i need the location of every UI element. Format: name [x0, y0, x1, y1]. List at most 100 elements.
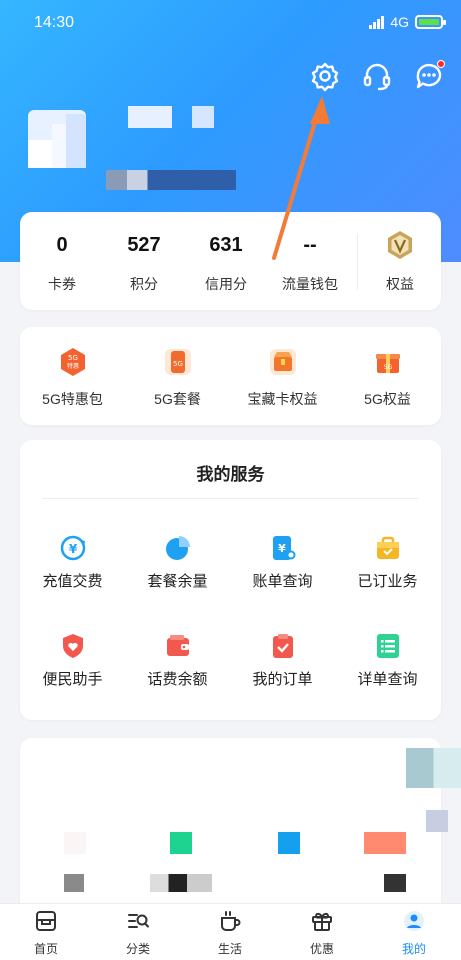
nav-life[interactable]: 生活: [184, 904, 276, 960]
service-subscribed[interactable]: 已订业务: [335, 534, 440, 604]
stat-value: 527: [127, 234, 161, 256]
nav-category[interactable]: 分类: [92, 904, 184, 960]
service-bill-query[interactable]: ¥ 账单查询: [230, 534, 335, 604]
battery-icon: [415, 15, 446, 29]
avatar[interactable]: [24, 104, 88, 168]
phone-number-blurred: [106, 170, 236, 190]
service-label: 我的订单: [252, 671, 313, 688]
blurred-item: [278, 832, 300, 854]
5g-gift-icon: 5G: [373, 347, 403, 377]
service-detail-query[interactable]: 详单查询: [335, 632, 440, 702]
svg-text:5G: 5G: [68, 354, 78, 362]
service-label: 便民助手: [42, 671, 103, 688]
my-services-card: 我的服务 ¥ 充值交费 套餐余量 ¥ 账单查询 已订业务 便民助手 话费余额 我…: [20, 440, 441, 720]
notification-dot: [437, 60, 445, 68]
nav-label: 优惠: [309, 942, 334, 956]
cup-icon: [219, 910, 241, 932]
gift-icon: [311, 910, 333, 932]
status-icons: 4G: [369, 14, 446, 30]
nav-mine[interactable]: 我的: [368, 904, 460, 960]
clipboard-check-icon: [269, 632, 297, 660]
pie-chart-icon: [164, 534, 192, 562]
promo-label: 宝藏卡权益: [247, 391, 318, 407]
service-fee-balance[interactable]: 话费余额: [125, 632, 230, 702]
promo-treasure-card[interactable]: 宝藏卡权益: [230, 327, 335, 425]
account-stats-card: 0 卡券 527 积分 631 信用分 -- 流量钱包 权益: [20, 212, 441, 310]
blurred-image: [406, 748, 461, 788]
5g-plan-icon: 5G: [163, 347, 193, 377]
bill-icon: ¥: [269, 534, 297, 562]
network-type: 4G: [390, 14, 409, 30]
promo-card: 5G 特惠 5G特惠包 5G 5G套餐 宝藏卡权益 5G 5G权益: [20, 327, 441, 425]
nav-label: 生活: [217, 942, 242, 956]
service-recharge[interactable]: ¥ 充值交费: [20, 534, 125, 604]
list-icon: [374, 632, 402, 660]
treasure-card-icon: [268, 347, 298, 377]
recharge-icon: ¥: [59, 534, 87, 562]
nav-home[interactable]: 首页: [0, 904, 92, 960]
stat-value: --: [303, 234, 317, 256]
promo-label: 5G套餐: [154, 391, 201, 407]
nav-deals[interactable]: 优惠: [276, 904, 368, 960]
wallet-icon: [164, 632, 192, 660]
stat-value: 0: [56, 234, 68, 256]
stat-label: 卡券: [48, 276, 76, 292]
blurred-image: [426, 810, 448, 832]
stat-credit-score[interactable]: 631 信用分: [184, 212, 268, 310]
status-bar: 14:30 4G: [0, 0, 461, 46]
top-actions: [309, 60, 445, 92]
service-label: 充值交费: [42, 573, 103, 590]
briefcase-icon: [374, 534, 402, 562]
home-icon: [35, 910, 57, 932]
service-label: 已订业务: [357, 573, 418, 590]
nav-label: 首页: [33, 942, 58, 956]
svg-text:特惠: 特惠: [67, 362, 79, 370]
stat-label: 流量钱包: [282, 276, 338, 292]
blurred-text: [150, 874, 212, 892]
message-icon[interactable]: [413, 60, 445, 92]
stat-label: 积分: [130, 276, 158, 292]
svg-text:¥: ¥: [69, 542, 78, 556]
5g-deal-icon: 5G 特惠: [58, 347, 88, 377]
blurred-item: [364, 832, 406, 854]
promo-label: 5G权益: [364, 391, 411, 407]
stat-coupons[interactable]: 0 卡券: [20, 212, 104, 310]
status-time: 14:30: [34, 14, 75, 31]
svg-text:5G: 5G: [384, 364, 393, 371]
svg-text:5G: 5G: [173, 360, 183, 368]
user-name-blurred-2: [192, 106, 214, 128]
svg-text:¥: ¥: [278, 542, 286, 555]
category-icon: [127, 910, 149, 932]
divider: [42, 498, 419, 499]
promo-5g-plan[interactable]: 5G 5G套餐: [125, 327, 230, 425]
headset-icon[interactable]: [361, 60, 393, 92]
stat-data-wallet[interactable]: -- 流量钱包: [268, 212, 352, 310]
nav-label: 我的: [401, 942, 426, 956]
bottom-nav: 首页 分类 生活 优惠 我的: [0, 903, 461, 960]
service-assistant[interactable]: 便民助手: [20, 632, 125, 702]
heart-shield-icon: [59, 632, 87, 660]
gear-icon[interactable]: [309, 60, 341, 92]
recommendation-card: [20, 738, 461, 918]
service-label: 话费余额: [147, 671, 208, 688]
promo-label: 5G特惠包: [42, 391, 103, 407]
signal-icon: [369, 15, 385, 29]
stat-points[interactable]: 527 积分: [102, 212, 186, 310]
vip-badge-icon: [386, 230, 414, 260]
stat-value: 631: [209, 234, 243, 256]
service-label: 套餐余量: [147, 573, 208, 590]
stat-rights[interactable]: 权益: [358, 212, 442, 310]
service-plan-balance[interactable]: 套餐余量: [125, 534, 230, 604]
stat-label: 信用分: [205, 276, 247, 292]
service-my-orders[interactable]: 我的订单: [230, 632, 335, 702]
blurred-text: [64, 874, 84, 892]
stat-label: 权益: [386, 276, 414, 292]
user-name-blurred: [128, 106, 172, 128]
nav-label: 分类: [125, 942, 150, 956]
blurred-item: [170, 832, 192, 854]
promo-5g-rights[interactable]: 5G 5G权益: [335, 327, 440, 425]
service-label: 详单查询: [357, 671, 418, 688]
profile-icon: [403, 910, 425, 932]
blurred-text: [384, 874, 406, 892]
promo-5g-deal[interactable]: 5G 特惠 5G特惠包: [20, 327, 125, 425]
